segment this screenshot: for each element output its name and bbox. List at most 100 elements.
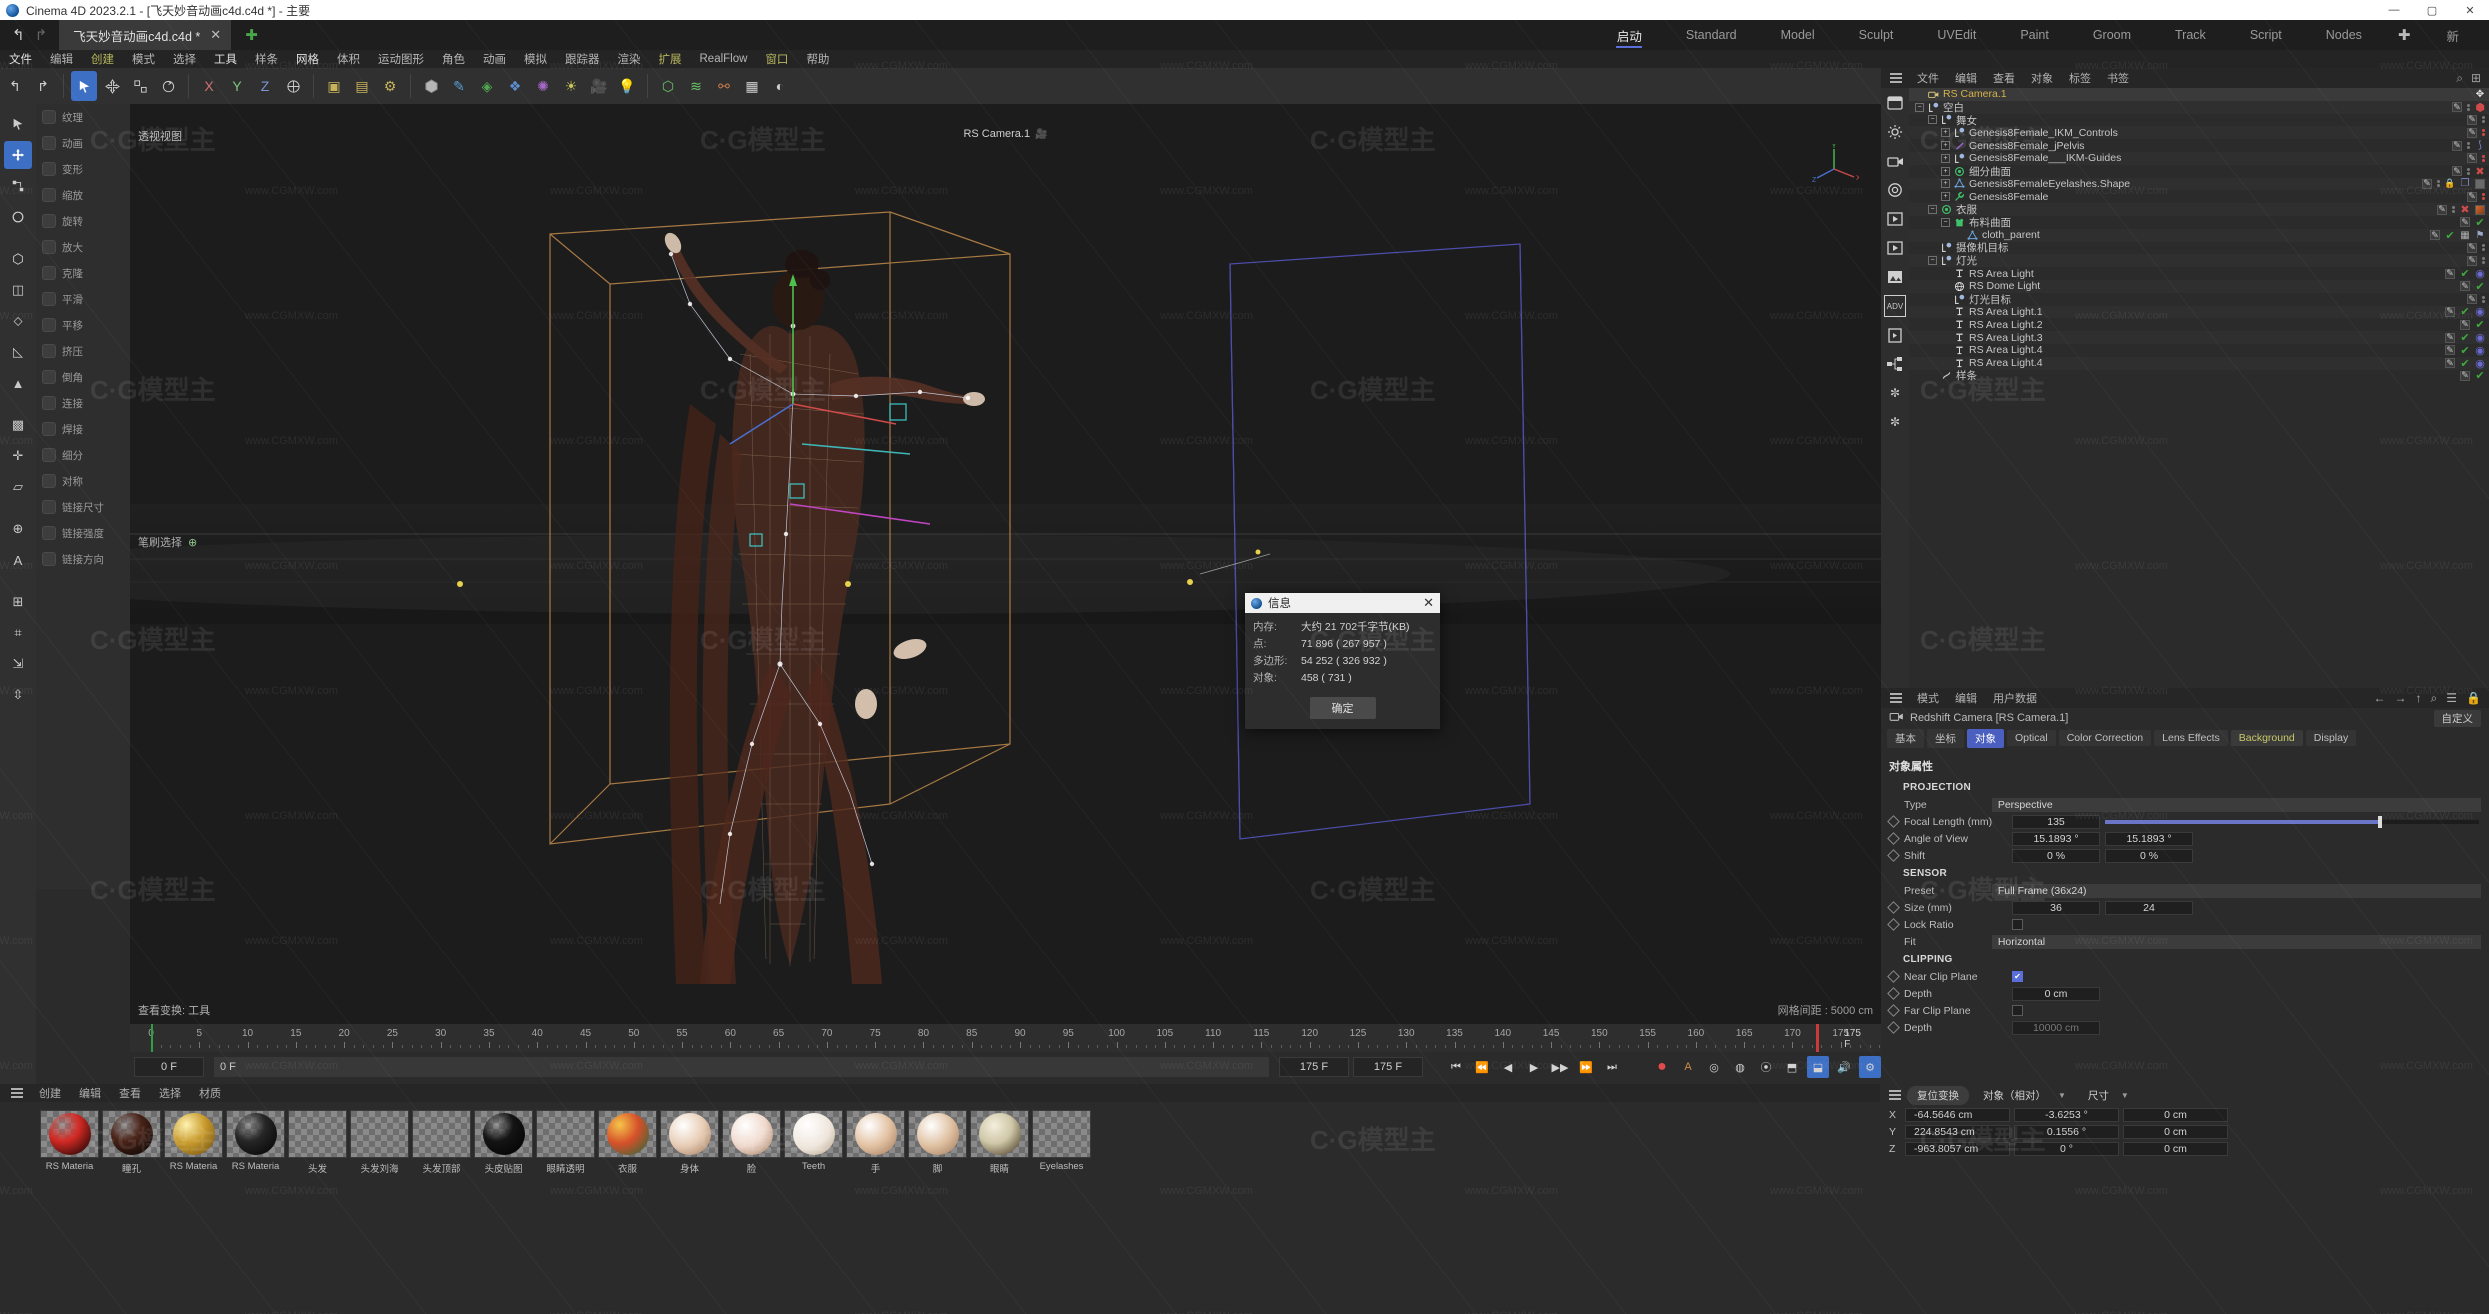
object-tree-row[interactable]: 样条 ✎ ✔: [1909, 370, 2489, 382]
tool-option-挤压[interactable]: 挤压: [36, 338, 130, 364]
attribute-value-field-2[interactable]: 15.1893 °: [2105, 831, 2193, 846]
environment-icon[interactable]: ☀: [558, 71, 584, 101]
move-tool-icon[interactable]: [99, 71, 125, 101]
menu-模式[interactable]: 模式: [123, 51, 164, 67]
layout-tab-✚[interactable]: ✚: [2384, 20, 2425, 50]
polygon-mode-icon[interactable]: ▲: [4, 369, 32, 397]
object-tree-row[interactable]: + Genesis8FemaleEyelashes.Shape ✎ 🔒 ❐: [1909, 177, 2489, 191]
expand-icon[interactable]: +: [1941, 179, 1950, 189]
attribute-menu-编辑[interactable]: 编辑: [1947, 690, 1985, 706]
material-item[interactable]: 衣服: [598, 1110, 657, 1175]
editable-tag-icon[interactable]: ✎: [2460, 281, 2470, 292]
object-mode-icon[interactable]: ◫: [4, 276, 32, 304]
attribute-row[interactable]: Focal Length (mm) 135: [1881, 813, 2489, 830]
texture-mode-icon[interactable]: ▩: [4, 411, 32, 439]
object-tags[interactable]: ✎ ✖: [2452, 166, 2485, 178]
material-swatch[interactable]: [288, 1110, 347, 1158]
timeline-ticks[interactable]: 0510152025303540455055606570758085909510…: [130, 1024, 1881, 1052]
collapse-icon[interactable]: −: [1928, 256, 1937, 266]
edge-mode-icon[interactable]: ◺: [4, 338, 32, 366]
reset-transform-button[interactable]: 复位变换: [1907, 1085, 1969, 1105]
expand-icon[interactable]: +: [1941, 128, 1950, 138]
attribute-tabs[interactable]: 基本 坐标 对象 Optical Color Correction Lens Effect…: [1881, 728, 2489, 748]
attribute-menubar[interactable]: 模式 编辑 用户数据 ← → ↑ ⌕ ☰ 🔒: [1881, 688, 2489, 708]
annotation-icon[interactable]: A: [4, 546, 32, 574]
menu-窗口[interactable]: 窗口: [756, 51, 797, 67]
flag-icon[interactable]: ⚑: [2475, 230, 2485, 241]
material-item[interactable]: 脚: [908, 1110, 967, 1175]
position-field[interactable]: -64.5646 cm: [1905, 1107, 2010, 1122]
layout-tab-新[interactable]: 新: [2424, 20, 2481, 50]
position-field[interactable]: -963.8057 cm: [1905, 1141, 2010, 1156]
coordinate-mode-select[interactable]: 对象（相对） ▼: [1975, 1086, 2074, 1105]
layout-tab-script[interactable]: Script: [2228, 20, 2304, 50]
keyframe-diamond-icon[interactable]: [1887, 1004, 1900, 1017]
pla-icon[interactable]: ⬓: [1807, 1056, 1829, 1078]
material-swatch[interactable]: [226, 1110, 285, 1158]
attribute-slider[interactable]: [2105, 815, 2479, 828]
x-icon[interactable]: ✖: [2460, 204, 2470, 216]
menu-工具[interactable]: 工具: [205, 51, 246, 67]
material-menu-编辑[interactable]: 编辑: [70, 1085, 110, 1101]
keyframe-diamond-icon[interactable]: [1887, 935, 1900, 948]
attribute-row[interactable]: Depth 0 cm: [1881, 985, 2489, 1002]
layout-tab-groom[interactable]: Groom: [2071, 20, 2153, 50]
material-swatch[interactable]: [598, 1110, 657, 1158]
tool-option-变形[interactable]: 变形: [36, 156, 130, 182]
object-tree-row[interactable]: − 空白 ✎ ⬢: [1909, 100, 2489, 114]
mograph-icon[interactable]: ⬡: [655, 71, 681, 101]
object-tags[interactable]: ✎ ⟆: [2452, 140, 2485, 151]
material-manager[interactable]: 创建 编辑 查看 选择 材质 RS Materia 瞳孔 RS Materia RS Mate…: [0, 1084, 1880, 1314]
object-tags[interactable]: ✥: [2475, 89, 2485, 100]
material-item[interactable]: 头发: [288, 1110, 347, 1175]
uv-icon[interactable]: ▦: [739, 71, 765, 101]
tool-option-链接强度[interactable]: 链接强度: [36, 520, 130, 546]
time-controls[interactable]: 0 F 0 F 175 F 175 F ⏮ ⏪ ◀ ▶ ▶▶ ⏩ ⏭ ● A ◎…: [130, 1052, 1881, 1082]
object-manager-menubar[interactable]: 文件 编辑 查看 对象 标签 书签 ⌕ ⊞: [1881, 68, 2489, 88]
object-tree-row[interactable]: RS Area Light.4 ✎ ✔ ◉: [1909, 356, 2489, 370]
editable-tag-icon[interactable]: ✎: [2467, 127, 2477, 138]
check-icon[interactable]: ✔: [2460, 332, 2470, 344]
attribute-checkbox[interactable]: [2012, 919, 2023, 930]
object-tags[interactable]: ✎ ✖: [2437, 204, 2485, 216]
object-tags[interactable]: ✎ ✔: [2460, 281, 2485, 293]
texture-tag-icon[interactable]: [2475, 204, 2485, 215]
menu-体积[interactable]: 体积: [328, 51, 369, 67]
attribute-row[interactable]: Depth 10000 cm: [1881, 1019, 2489, 1036]
check-icon[interactable]: ✔: [2475, 281, 2485, 293]
layout-tab-uvedit[interactable]: UVEdit: [1915, 20, 1998, 50]
attribute-value-field[interactable]: 0 %: [2012, 848, 2100, 863]
target-tag-icon[interactable]: ◉: [2475, 345, 2485, 357]
material-menu-查看[interactable]: 查看: [110, 1085, 150, 1101]
object-tags[interactable]: ✎ ✔ ◉: [2445, 306, 2485, 318]
scale-tool-icon[interactable]: [127, 71, 153, 101]
hamburger-icon[interactable]: [1889, 1090, 1901, 1100]
object-tags[interactable]: ✎: [2467, 294, 2485, 305]
editable-tag-icon[interactable]: ✎: [2467, 255, 2477, 266]
attribute-dropdown[interactable]: Perspective: [1991, 797, 2481, 812]
tool-option-链接方向[interactable]: 链接方向: [36, 546, 130, 572]
editable-tag-icon[interactable]: ✎: [2445, 345, 2455, 356]
material-item[interactable]: 手: [846, 1110, 905, 1175]
keyframe-diamond-icon[interactable]: [1887, 884, 1900, 897]
size-field[interactable]: 0 cm: [2123, 1141, 2228, 1156]
info-dialog[interactable]: 信息 ✕ 内存: 大约 21 702千字节(KB) 点: 71 896 ( 267 9…: [1245, 593, 1440, 729]
editable-tag-icon[interactable]: ✎: [2445, 332, 2455, 343]
redo-tool-icon[interactable]: ↱: [30, 71, 56, 101]
camera-icon[interactable]: 🎥: [586, 71, 612, 101]
editable-tag-icon[interactable]: ✎: [2460, 319, 2470, 330]
grid-icon[interactable]: ⊞: [4, 588, 32, 616]
object-tree-row[interactable]: + Genesis8Female ✎: [1909, 190, 2489, 203]
step-back-icon[interactable]: ⏪: [1471, 1056, 1493, 1078]
tool-option-平滑[interactable]: 平滑: [36, 286, 130, 312]
expand-icon[interactable]: +: [1941, 141, 1950, 151]
editable-tag-icon[interactable]: ✎: [2445, 268, 2455, 279]
menu-网格[interactable]: 网格: [287, 51, 328, 67]
tool-option-动画[interactable]: 动画: [36, 130, 130, 156]
visibility-dots-icon[interactable]: [2482, 295, 2485, 303]
play-back-icon[interactable]: ◀: [1497, 1056, 1519, 1078]
select-tool-icon[interactable]: [71, 71, 97, 101]
timeline-playhead[interactable]: [151, 1024, 153, 1052]
object-tags[interactable]: ✎ ⬢: [2452, 102, 2485, 114]
material-swatch[interactable]: [970, 1110, 1029, 1158]
